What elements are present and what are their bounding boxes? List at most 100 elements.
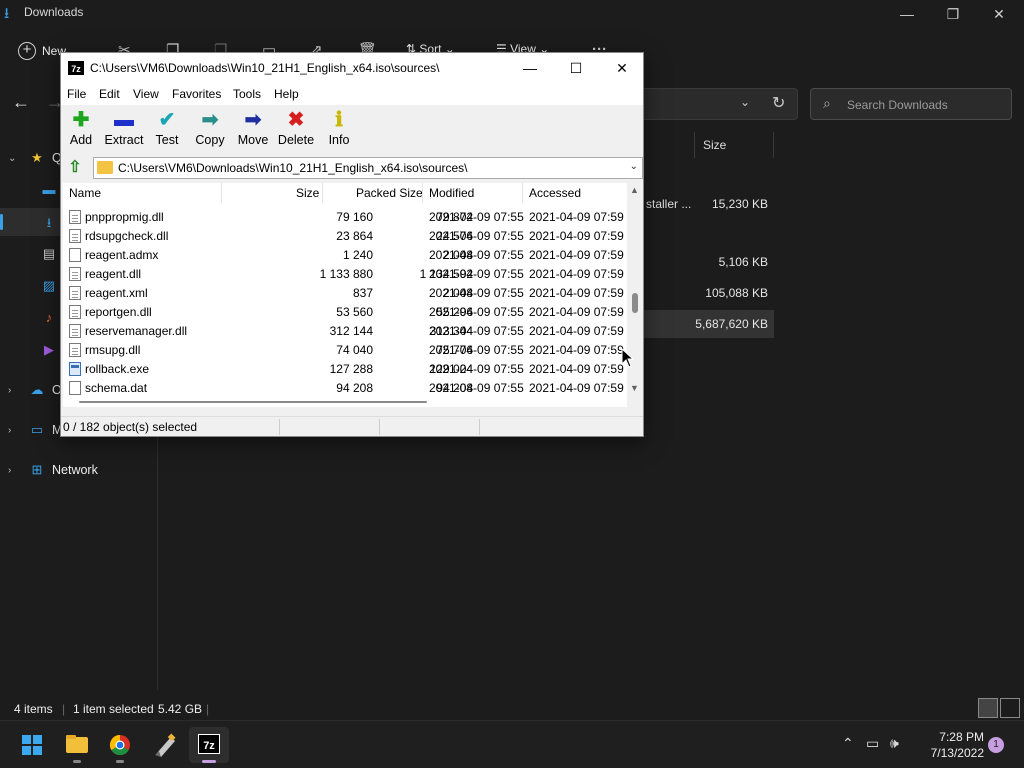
file-modified: 2021-04-09 07:55 bbox=[429, 381, 524, 395]
file-name: staller ... bbox=[646, 197, 692, 211]
add-button[interactable]: ✚ Add bbox=[59, 107, 103, 153]
file-accessed: 2021-04-09 07:59 bbox=[529, 286, 624, 300]
chevron-up-icon[interactable]: ⌃ bbox=[842, 735, 854, 752]
path-combobox[interactable]: C:\Users\VM6\Downloads\Win10_21H1_Englis… bbox=[93, 157, 643, 179]
minimize-button[interactable]: — bbox=[884, 0, 930, 28]
file-row[interactable]: rollback.exe 127 288 129 024 2021-04-09 07:… bbox=[63, 359, 627, 378]
file-name: reagent.admx bbox=[85, 248, 159, 262]
volume-icon[interactable]: 🕪 bbox=[890, 735, 899, 752]
chevron-right-icon[interactable]: › bbox=[8, 385, 20, 396]
column-header-accessed[interactable]: Accessed bbox=[529, 186, 581, 200]
picture-icon: ▨ bbox=[42, 278, 56, 293]
chevron-right-icon[interactable]: › bbox=[8, 465, 20, 476]
file-row[interactable]: rdsupgcheck.dll 23 864 24 576 2021-04-09 07… bbox=[63, 226, 627, 245]
search-input[interactable] bbox=[847, 95, 1007, 115]
column-header-name[interactable]: Name bbox=[69, 186, 101, 200]
scrollbar-thumb[interactable] bbox=[632, 293, 638, 313]
move-button[interactable]: ➡ Move bbox=[231, 107, 275, 153]
info-button[interactable]: ℹ Info bbox=[317, 107, 361, 153]
chevron-down-icon[interactable]: ⌄ bbox=[630, 161, 638, 172]
search-box[interactable]: ⌕ bbox=[810, 88, 1012, 120]
list-item[interactable]: 5,106 KB bbox=[644, 248, 774, 276]
test-button[interactable]: ✔ Test bbox=[145, 107, 189, 153]
menu-favorites[interactable]: Favorites bbox=[172, 87, 221, 101]
file-row[interactable]: reagent.dll 1 133 880 1 134 592 2021-04-09 … bbox=[63, 264, 627, 283]
taskbar-7zip[interactable]: 7z bbox=[189, 727, 229, 763]
file-row[interactable]: reagent.xml 837 2 048 2021-04-09 07:55 2021-… bbox=[63, 283, 627, 302]
close-button[interactable]: ✕ bbox=[599, 53, 645, 83]
clock-time: 7:28 PM bbox=[939, 730, 984, 744]
horizontal-scrollbar[interactable] bbox=[63, 397, 627, 407]
maximize-button[interactable]: ☐ bbox=[553, 53, 599, 83]
tiles-view-button[interactable] bbox=[1000, 698, 1020, 718]
explorer-status-bar: 4 items | 1 item selected 5.42 GB | bbox=[14, 702, 210, 716]
file-size: 1 133 880 bbox=[319, 267, 373, 281]
back-arrow-icon[interactable]: ← bbox=[12, 92, 30, 113]
file-accessed: 2021-04-09 07:59 bbox=[529, 267, 624, 281]
file-size: 837 bbox=[352, 286, 373, 300]
test-label: Test bbox=[155, 133, 179, 147]
svg-text:7z: 7z bbox=[203, 740, 215, 752]
file-row[interactable]: rmsupg.dll 74 040 75 776 2021-04-09 07:55 20… bbox=[63, 340, 627, 359]
start-button[interactable] bbox=[12, 727, 52, 763]
selection-size: 5.42 GB bbox=[158, 702, 203, 716]
menu-tools[interactable]: Tools bbox=[233, 87, 261, 101]
file-accessed: 2021-04-09 07:59 bbox=[529, 324, 624, 338]
up-folder-icon[interactable]: ⇧ bbox=[65, 158, 85, 178]
new-button[interactable]: + New bbox=[18, 39, 66, 63]
taskbar-chrome[interactable] bbox=[100, 727, 140, 763]
vertical-scrollbar[interactable]: ▲ ▼ bbox=[627, 183, 643, 405]
file-row[interactable]: schema.dat 94 208 94 208 2021-04-09 07:55 20… bbox=[63, 378, 627, 397]
file-row[interactable]: reportgen.dll 53 560 55 296 2021-04-09 07:5… bbox=[63, 302, 627, 321]
network-icon: ⊞ bbox=[31, 462, 43, 477]
file-name: rdsupgcheck.dll bbox=[85, 229, 169, 243]
7zip-icon: 7z bbox=[198, 734, 220, 754]
list-item[interactable]: staller ... 15,230 KB bbox=[644, 190, 774, 218]
menu-help[interactable]: Help bbox=[274, 87, 299, 101]
7zip-titlebar[interactable]: 7z C:\Users\VM6\Downloads\Win10_21H1_Eng… bbox=[61, 53, 643, 83]
menu-view[interactable]: View bbox=[133, 87, 159, 101]
delete-button[interactable]: ✖ Delete bbox=[274, 107, 318, 153]
refresh-icon[interactable]: ↻ bbox=[772, 93, 785, 113]
scroll-up-arrow-icon[interactable]: ▲ bbox=[630, 185, 639, 195]
close-button[interactable]: ✕ bbox=[976, 0, 1022, 28]
arrow-right-icon: ➡ bbox=[201, 109, 219, 131]
file-size: 1 240 bbox=[342, 248, 373, 262]
file-name: pnppropmig.dll bbox=[85, 210, 164, 224]
download-icon: ⭳ bbox=[4, 5, 10, 22]
restore-button[interactable]: ❐ bbox=[930, 0, 976, 28]
file-icon bbox=[69, 381, 81, 395]
column-header-modified[interactable]: Modified bbox=[429, 186, 474, 200]
details-view-button[interactable] bbox=[978, 698, 998, 718]
notification-badge[interactable]: 1 bbox=[988, 737, 1004, 753]
menu-edit[interactable]: Edit bbox=[99, 87, 120, 101]
taskbar-paint[interactable] bbox=[145, 727, 185, 763]
add-label: Add bbox=[69, 133, 93, 147]
list-item[interactable]: 105,088 KB bbox=[644, 279, 774, 307]
size-column-header[interactable]: Size bbox=[694, 132, 774, 158]
extract-button[interactable]: ▬ Extract bbox=[102, 107, 146, 153]
network-status-icon[interactable]: ▭ bbox=[866, 735, 879, 752]
minimize-button[interactable]: — bbox=[507, 53, 553, 83]
chevron-down-icon[interactable]: ⌄ bbox=[740, 95, 750, 109]
taskbar-file-explorer[interactable] bbox=[57, 727, 97, 763]
file-accessed: 2021-04-09 07:59 bbox=[529, 229, 624, 243]
chevron-down-icon[interactable]: ⌄ bbox=[8, 153, 20, 164]
copy-button[interactable]: ➡ Copy bbox=[188, 107, 232, 153]
clock[interactable]: 7:28 PM 7/13/2022 bbox=[914, 729, 984, 761]
scrollbar-thumb[interactable] bbox=[79, 401, 427, 403]
sidebar-item-network[interactable]: › ⊞ Network bbox=[0, 456, 158, 484]
info-label: Info bbox=[328, 133, 350, 147]
chevron-right-icon[interactable]: › bbox=[8, 425, 20, 436]
file-modified: 2021-04-09 07:55 bbox=[429, 305, 524, 319]
file-row[interactable]: reservemanager.dll 312 144 313 344 2021-04-… bbox=[63, 321, 627, 340]
column-header-packed-size[interactable]: Packed Size bbox=[356, 186, 423, 200]
file-accessed: 2021-04-09 07:59 bbox=[529, 248, 624, 262]
file-row[interactable]: reagent.admx 1 240 2 048 2021-04-09 07:55 20… bbox=[63, 245, 627, 264]
file-row[interactable]: pnppropmig.dll 79 160 79 872 2021-04-09 07:… bbox=[63, 207, 627, 226]
column-header-size[interactable]: Size bbox=[296, 186, 319, 200]
menu-file[interactable]: File bbox=[67, 87, 86, 101]
scroll-down-arrow-icon[interactable]: ▼ bbox=[630, 383, 639, 393]
computer-icon: ▭ bbox=[30, 422, 44, 437]
list-item[interactable]: 5,687,620 KB bbox=[644, 310, 774, 338]
